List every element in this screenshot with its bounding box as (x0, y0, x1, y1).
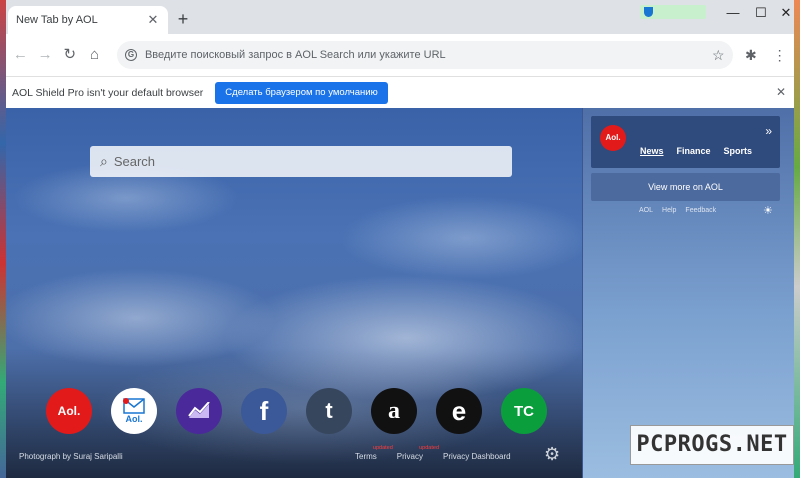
terms-link-label: Terms (355, 452, 377, 461)
privacy-link-label: Privacy (396, 452, 424, 461)
facebook-shortcut[interactable]: f (241, 388, 287, 434)
expand-chevron-icon[interactable]: » (765, 124, 772, 138)
terms-updated-badge: updated (372, 445, 393, 451)
finance-shortcut[interactable] (176, 388, 222, 434)
tumblr-shortcut[interactable]: t (306, 388, 352, 434)
aol-link[interactable]: AOL (639, 207, 653, 214)
aol-logo[interactable]: Aol. (600, 125, 626, 151)
finance-chart-icon (188, 402, 210, 418)
desktop-background-right (794, 0, 800, 478)
infobar-close-icon[interactable]: ✕ (776, 85, 786, 99)
privacy-updated-badge: updated (419, 445, 440, 451)
search-engine-icon: G (124, 49, 137, 61)
tumblr-icon: t (325, 398, 333, 423)
view-more-button[interactable]: View more on AOL (591, 173, 780, 201)
side-panel-links: AOL Help Feedback (639, 207, 716, 214)
aol-mail-shortcut[interactable]: Aol. (111, 388, 157, 434)
terms-link[interactable]: Terms updated (355, 445, 393, 461)
watermark: PCPROGS.NET (630, 425, 794, 465)
photo-credit: Photograph by Suraj Saripalli (19, 452, 123, 461)
tab-news[interactable]: News (640, 146, 664, 156)
forward-button[interactable]: → (35, 44, 56, 66)
privacy-dashboard-link[interactable]: Privacy Dashboard (443, 452, 511, 461)
footer-links: Terms updated Privacy updated Privacy Da… (355, 445, 531, 461)
aol-side-panel: Aol. » News Finance Sports View more on … (582, 108, 794, 478)
settings-gear-icon[interactable]: ⚙ (544, 444, 560, 465)
help-link[interactable]: Help (662, 207, 676, 214)
aol-shortcut[interactable]: Aol. (46, 388, 92, 434)
facebook-icon: f (259, 395, 269, 426)
engadget-shortcut[interactable]: e (436, 388, 482, 434)
tab-strip: New Tab by AOL ✕ + — ☐ ✕ (6, 0, 794, 34)
bookmark-star-icon[interactable]: ☆ (712, 47, 725, 64)
browser-toolbar: ← → ↻ ⌂ G Введите поисковый запрос в AOL… (6, 34, 794, 76)
mail-envelope-icon (123, 398, 145, 414)
shortcut-tiles: Aol. Aol. f t a e TC (46, 388, 566, 434)
theme-sun-icon[interactable]: ☀ (763, 204, 773, 217)
new-tab-page: ⌕ Aol. Aol. (6, 108, 794, 478)
menu-dots-icon[interactable]: ⋮ (769, 44, 790, 66)
new-tab-button[interactable]: + (172, 9, 194, 31)
home-button[interactable]: ⌂ (84, 44, 105, 66)
close-window-button[interactable]: ✕ (771, 2, 794, 24)
minimize-button[interactable]: — (718, 2, 748, 24)
techcrunch-icon: TC (514, 402, 534, 420)
set-default-browser-button[interactable]: Сделать браузером по умолчанию (215, 81, 388, 104)
search-icon: ⌕ (100, 153, 108, 169)
feedback-link[interactable]: Feedback (685, 207, 716, 214)
shield-icon (644, 7, 653, 17)
aol-mail-shortcut-label: Aol. (125, 414, 143, 424)
news-tabs: News Finance Sports (640, 146, 752, 156)
search-box[interactable]: ⌕ (90, 146, 512, 177)
engadget-icon: e (451, 395, 467, 426)
amazon-icon: a (388, 397, 400, 424)
shield-extension-badge[interactable] (640, 5, 706, 19)
tab-new-tab[interactable]: New Tab by AOL ✕ (8, 6, 168, 34)
techcrunch-shortcut[interactable]: TC (501, 388, 547, 434)
back-button[interactable]: ← (10, 44, 31, 66)
tab-title: New Tab by AOL (16, 14, 98, 26)
infobar-message: AOL Shield Pro isn't your default browse… (12, 86, 204, 99)
browser-window: New Tab by AOL ✕ + — ☐ ✕ ← → ↻ ⌂ G Введи… (6, 0, 794, 478)
tab-close-icon[interactable]: ✕ (146, 13, 160, 27)
privacy-link[interactable]: Privacy updated (396, 445, 439, 461)
address-bar[interactable]: G Введите поисковый запрос в AOL Search … (116, 41, 733, 69)
search-input[interactable] (113, 154, 494, 169)
aol-shortcut-label: Aol. (57, 404, 81, 418)
news-card: Aol. » News Finance Sports (591, 116, 780, 168)
address-bar-placeholder[interactable]: Введите поисковый запрос в AOL Search ил… (145, 49, 712, 61)
reload-button[interactable]: ↻ (59, 44, 80, 66)
tab-sports[interactable]: Sports (724, 146, 753, 156)
extensions-puzzle-icon[interactable]: ✱ (741, 44, 762, 66)
default-browser-infobar: AOL Shield Pro isn't your default browse… (6, 76, 794, 108)
amazon-shortcut[interactable]: a (371, 388, 417, 434)
tab-finance[interactable]: Finance (677, 146, 711, 156)
main-area: ⌕ Aol. Aol. (6, 108, 582, 478)
